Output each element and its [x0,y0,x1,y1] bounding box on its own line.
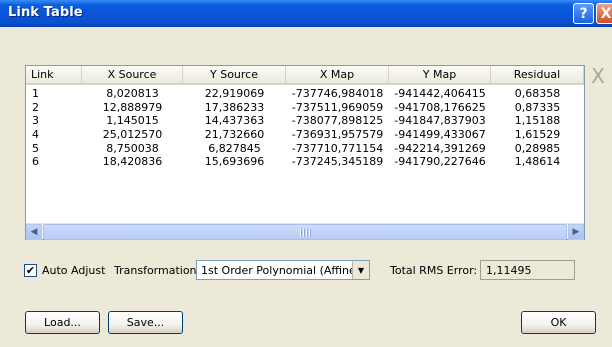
close-button[interactable]: X [596,3,612,24]
table-cell-res: 0,87335 [514,100,561,114]
table-cell-link: 4 [32,128,39,142]
table-cell-ys: 21,732660 [204,128,265,142]
table-cell-res: 1,48614 [514,155,561,169]
table-cell-link: 5 [32,141,39,155]
table-cell-ys: 14,437363 [204,114,265,128]
table-cell-ym: -941847,837903 [394,114,486,128]
table-header: Link X Source Y Source X Map Y Map Resid… [26,66,584,85]
table-row[interactable]: 5 8,750038 6,827845 -737710,771154 -942214,3… [26,142,584,156]
table-cell-ym: -942214,391269 [394,141,486,155]
table-cell-ym: -941708,176625 [394,100,486,114]
scroll-left-icon[interactable]: ◀ [26,224,42,240]
scrollbar-thumb[interactable] [43,224,567,240]
load-button[interactable]: Load... [25,311,100,334]
table-cell-xm: -737710,771154 [291,141,384,155]
window-title: Link Table [8,5,83,20]
title-bar: Link Table ? X [0,0,612,27]
table-cell-link: 1 [32,87,39,100]
table-cell-ym: -941442,406415 [394,87,486,100]
table-cell-ys: 22,919069 [204,87,265,100]
rms-error-label: Total RMS Error: [390,264,478,277]
table-cell-link: 6 [32,155,39,169]
table-cell-ys: 6,827845 [208,141,261,155]
table-cell-xm: -737746,984018 [291,87,384,100]
table-cell-xm: -737245,345189 [291,155,384,169]
table-row[interactable]: 1 8,020813 22,919069 -737746,984018 -941442,… [26,87,584,101]
table-cell-xm: -736931,957579 [291,128,384,142]
transformation-label: Transformation: [114,264,201,277]
column-header-link[interactable]: Link [26,66,82,85]
transformation-select[interactable]: 1st Order Polynomial (Affine) ▼ [196,260,370,280]
table-cell-xs: 8,020813 [106,87,159,100]
dropdown-arrow-icon[interactable]: ▼ [352,261,369,279]
scroll-right-icon[interactable]: ▶ [568,224,584,240]
table-cell-ym: -941790,227646 [394,155,486,169]
rms-error-value: 1,11495 [486,264,532,277]
table-row[interactable]: 6 18,420836 15,693696 -737245,345189 -941790… [26,155,584,169]
table-cell-ym: -941499,433067 [394,128,486,142]
column-header-y-source[interactable]: Y Source [183,66,286,85]
table-cell-xs: 12,888979 [102,100,163,114]
table-cell-link: 2 [32,100,39,114]
table-row[interactable]: 3 1,145015 14,437363 -738077,898125 -941847,… [26,114,584,128]
help-button[interactable]: ? [573,3,594,24]
table-cell-res: 0,68358 [514,87,561,100]
link-table: Link X Source Y Source X Map Y Map Resid… [25,65,585,240]
save-button[interactable]: Save... [108,311,183,334]
table-cell-xs: 8,750038 [106,141,159,155]
table-body: 1 8,020813 22,919069 -737746,984018 -941442,… [26,87,584,169]
table-cell-link: 3 [32,114,39,128]
table-cell-xs: 1,145015 [106,114,159,128]
auto-adjust-checkbox[interactable]: ✔ [24,264,37,277]
ok-button[interactable]: OK [521,311,596,334]
table-cell-res: 1,61529 [514,128,561,142]
auto-adjust-label[interactable]: Auto Adjust [42,264,105,277]
horizontal-scrollbar[interactable]: ◀ ▶ [26,223,584,240]
transformation-value: 1st Order Polynomial (Affine) [201,264,361,277]
column-header-x-map[interactable]: X Map [286,66,389,85]
table-cell-xm: -738077,898125 [291,114,384,128]
table-row[interactable]: 4 25,012570 21,732660 -736931,957579 -941499… [26,128,584,142]
rms-error-field: 1,11495 [480,260,575,280]
table-cell-xs: 25,012570 [102,128,163,142]
table-cell-ys: 15,693696 [204,155,265,169]
column-header-residual[interactable]: Residual [491,66,584,85]
table-cell-res: 0,28985 [514,141,561,155]
table-cell-res: 1,15188 [514,114,561,128]
table-cell-xm: -737511,969059 [291,100,384,114]
delete-link-icon[interactable]: X [588,66,608,86]
column-header-y-map[interactable]: Y Map [389,66,491,85]
column-header-x-source[interactable]: X Source [82,66,183,85]
table-cell-xs: 18,420836 [102,155,163,169]
table-row[interactable]: 2 12,888979 17,386233 -737511,969059 -941708… [26,101,584,115]
table-cell-ys: 17,386233 [204,100,265,114]
